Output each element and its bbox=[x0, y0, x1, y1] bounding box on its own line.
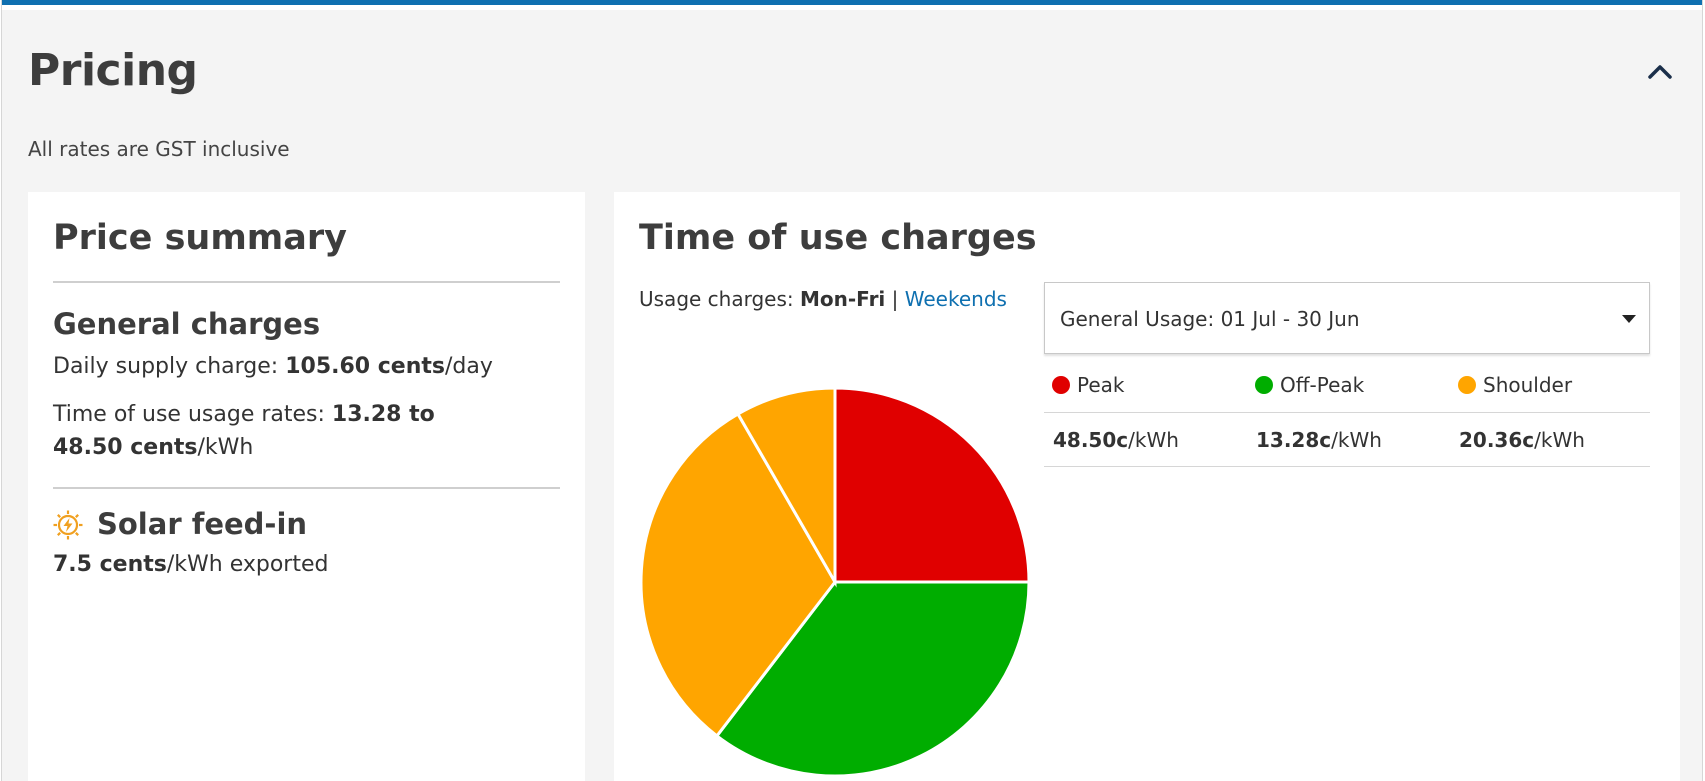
solar-sun-icon bbox=[53, 510, 83, 540]
pie-slice-peak[interactable] bbox=[833, 386, 1031, 584]
daily-supply-charge: Daily supply charge: 105.60 cents/day bbox=[53, 354, 493, 379]
caret-down-icon bbox=[1622, 315, 1636, 323]
solar-feed-in-heading: Solar feed-in bbox=[97, 507, 308, 541]
price-summary-card: Price summary General charges Daily supp… bbox=[28, 192, 585, 781]
tab-weekends[interactable]: Weekends bbox=[905, 287, 1007, 311]
tou-usage-rates: Time of use usage rates: 13.28 to 48.50 … bbox=[53, 402, 435, 460]
peak-dot-icon bbox=[1052, 376, 1070, 394]
time-of-use-pie-chart bbox=[639, 386, 1031, 778]
legend-peak: Peak bbox=[1052, 373, 1125, 397]
off-peak-dot-icon bbox=[1255, 376, 1273, 394]
gst-note: All rates are GST inclusive bbox=[28, 137, 290, 161]
divider bbox=[53, 281, 560, 283]
collapse-button[interactable] bbox=[1642, 54, 1678, 90]
off-peak-rate: 13.28c/kWh bbox=[1256, 428, 1382, 452]
daily-supply-value: 105.60 cents bbox=[285, 354, 445, 379]
section-title: Pricing bbox=[28, 45, 198, 96]
usage-charges-tabs: Usage charges: Mon-Fri | Weekends bbox=[639, 287, 1007, 311]
pricing-section: Pricing All rates are GST inclusive Pric… bbox=[1, 0, 1703, 781]
time-of-use-card: Time of use charges Usage charges: Mon-F… bbox=[614, 192, 1680, 781]
shoulder-dot-icon bbox=[1458, 376, 1476, 394]
shoulder-rate: 20.36c/kWh bbox=[1459, 428, 1585, 452]
legend-shoulder: Shoulder bbox=[1458, 373, 1572, 397]
legend-off-peak: Off-Peak bbox=[1255, 373, 1364, 397]
chevron-up-icon bbox=[1648, 65, 1672, 79]
time-of-use-title: Time of use charges bbox=[639, 218, 1037, 258]
usage-period-select[interactable]: General Usage: 01 Jul - 30 Jun bbox=[1044, 282, 1650, 354]
solar-feed-in-rate: 7.5 cents/kWh exported bbox=[53, 552, 329, 577]
price-summary-title: Price summary bbox=[53, 218, 347, 258]
peak-rate: 48.50c/kWh bbox=[1053, 428, 1179, 452]
table-divider bbox=[1044, 412, 1650, 413]
general-charges-heading: General charges bbox=[53, 307, 321, 341]
divider bbox=[53, 487, 560, 489]
usage-period-value: General Usage: 01 Jul - 30 Jun bbox=[1060, 307, 1360, 331]
table-divider bbox=[1044, 466, 1650, 467]
tab-mon-fri[interactable]: Mon-Fri bbox=[800, 287, 885, 311]
